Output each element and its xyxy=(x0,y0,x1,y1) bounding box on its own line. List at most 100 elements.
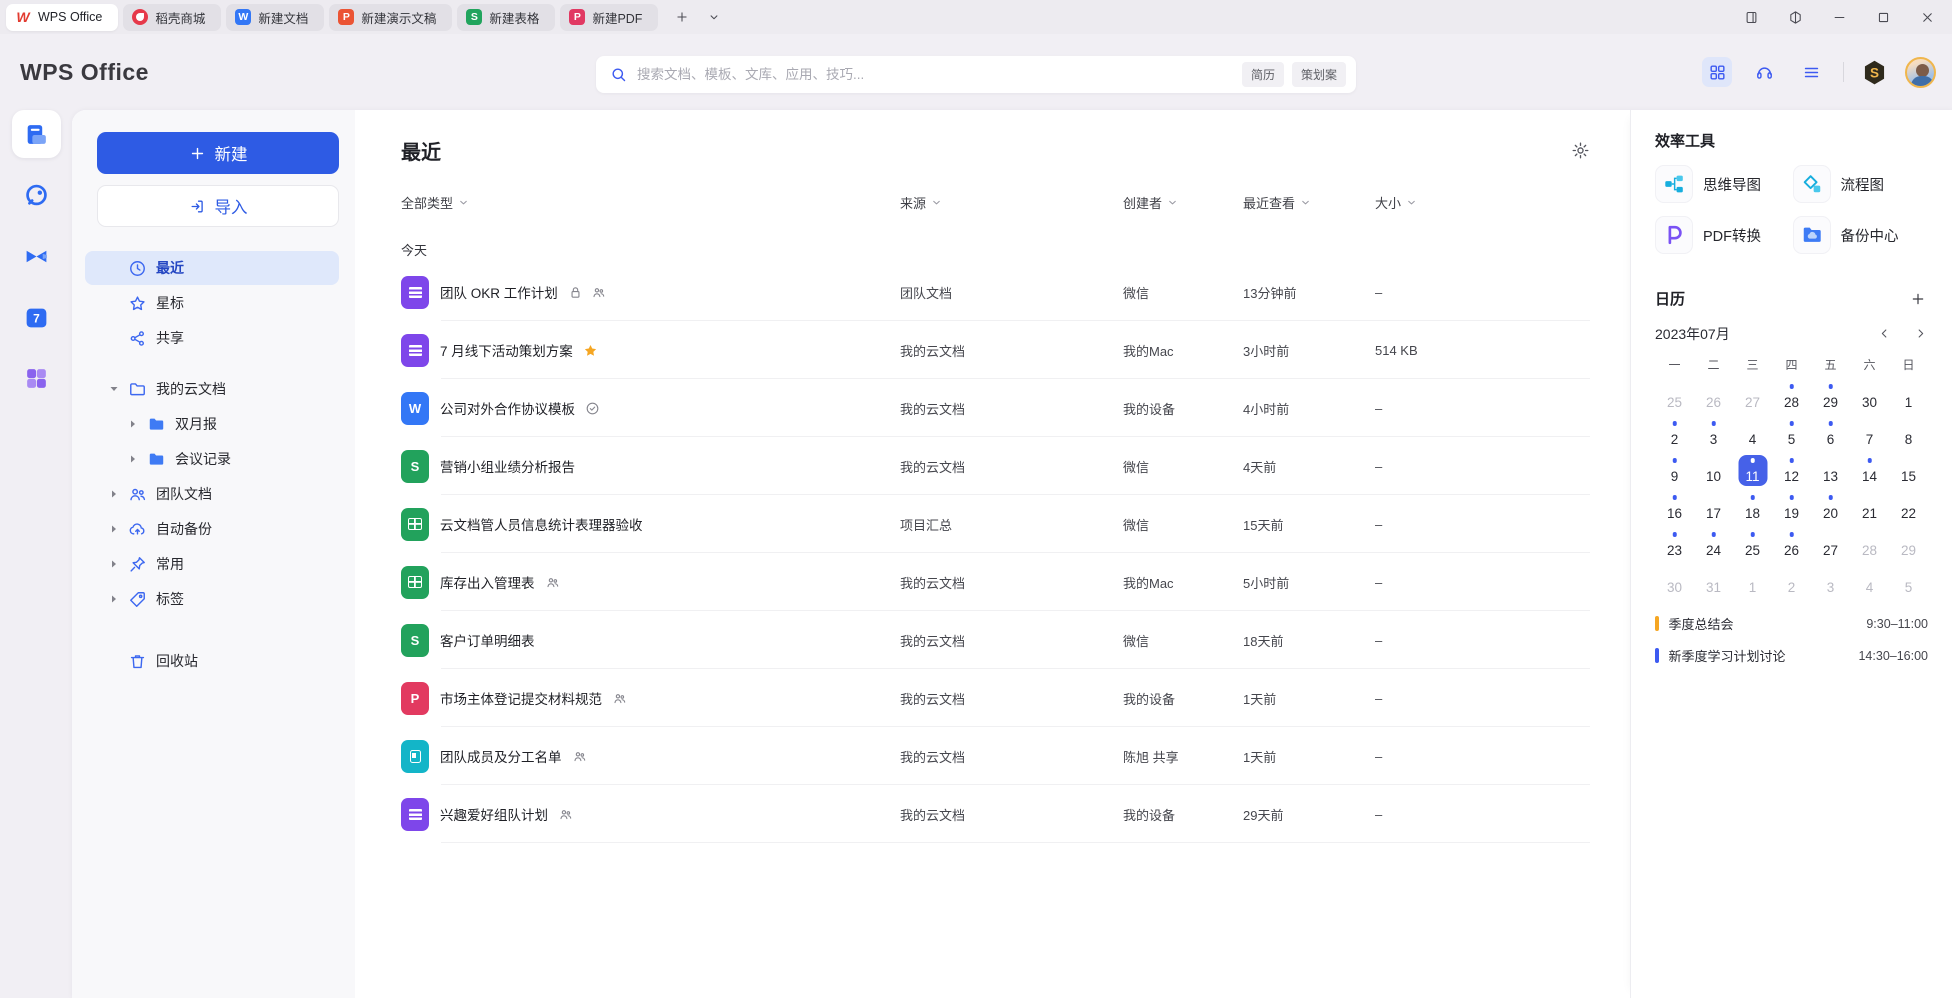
calendar-day[interactable]: 24 xyxy=(1694,529,1733,561)
sidebar-item-回收站[interactable]: 回收站 xyxy=(85,644,339,678)
maximize-button[interactable] xyxy=(1872,6,1894,28)
calendar-day[interactable]: 19 xyxy=(1772,492,1811,524)
calendar-next-icon[interactable] xyxy=(1914,327,1928,341)
menu-icon[interactable] xyxy=(1796,57,1826,87)
calendar-day[interactable]: 26 xyxy=(1694,381,1733,413)
calendar-day[interactable]: 26 xyxy=(1772,529,1811,561)
calendar-day[interactable]: 18 xyxy=(1733,492,1772,524)
calendar-day[interactable]: 20 xyxy=(1811,492,1850,524)
calendar-day[interactable]: 28 xyxy=(1850,529,1889,561)
rail-apps-grid-icon[interactable] xyxy=(12,354,61,402)
filter-大小[interactable]: 大小 xyxy=(1375,193,1590,212)
calendar-day[interactable]: 1 xyxy=(1889,381,1928,413)
calendar-prev-icon[interactable] xyxy=(1878,327,1892,341)
support-headset-icon[interactable] xyxy=(1749,57,1779,87)
calendar-day[interactable]: 25 xyxy=(1655,381,1694,413)
calendar-day[interactable]: 2 xyxy=(1772,566,1811,598)
file-row[interactable]: S客户订单明细表我的云文档微信18天前– xyxy=(401,611,1590,669)
apps-grid-icon[interactable] xyxy=(1702,57,1732,87)
new-document-button[interactable]: 新建 xyxy=(97,132,339,174)
file-row[interactable]: 团队 OKR 工作计划团队文档微信13分钟前– xyxy=(401,263,1590,321)
calendar-day[interactable]: 3 xyxy=(1694,418,1733,450)
sidebar-item-最近[interactable]: 最近 xyxy=(85,251,339,285)
sidebar-item-常用[interactable]: 常用 xyxy=(85,547,339,581)
calendar-day[interactable]: 1 xyxy=(1733,566,1772,598)
calendar-day[interactable]: 30 xyxy=(1850,381,1889,413)
calendar-day[interactable]: 14 xyxy=(1850,455,1889,487)
sidebar-item-团队文档[interactable]: 团队文档 xyxy=(85,477,339,511)
split-view-icon[interactable] xyxy=(1740,6,1762,28)
rail-documents-home-icon[interactable] xyxy=(12,110,61,158)
tab-新建PDF[interactable]: P新建PDF xyxy=(560,4,658,31)
calendar-day[interactable]: 16 xyxy=(1655,492,1694,524)
calendar-day[interactable]: 28 xyxy=(1772,381,1811,413)
add-event-button[interactable] xyxy=(1908,289,1928,309)
calendar-day[interactable]: 4 xyxy=(1850,566,1889,598)
file-row[interactable]: 云文档管人员信息统计表理器验收项目汇总微信15天前– xyxy=(401,495,1590,553)
calendar-day[interactable]: 4 xyxy=(1733,418,1772,450)
tool-备份中心[interactable]: 备份中心 xyxy=(1793,216,1929,254)
calendar-day[interactable]: 27 xyxy=(1811,529,1850,561)
import-button[interactable]: 导入 xyxy=(97,185,339,227)
search-chip[interactable]: 简历 xyxy=(1242,62,1284,87)
calendar-day[interactable]: 2 xyxy=(1655,418,1694,450)
sidebar-item-会议记录[interactable]: 会议记录 xyxy=(85,442,339,476)
settings-gear-icon[interactable] xyxy=(1571,141,1590,160)
sidebar-item-双月报[interactable]: 双月报 xyxy=(85,407,339,441)
caret-right-icon[interactable] xyxy=(109,489,119,499)
calendar-day[interactable]: 31 xyxy=(1694,566,1733,598)
workspace-icon[interactable] xyxy=(1784,6,1806,28)
member-badge-icon[interactable]: S xyxy=(1861,59,1888,86)
calendar-day[interactable]: 6 xyxy=(1811,418,1850,450)
sidebar-item-自动备份[interactable]: 自动备份 xyxy=(85,512,339,546)
tab-新建文档[interactable]: W新建文档 xyxy=(226,4,324,31)
calendar-day[interactable]: 15 xyxy=(1889,455,1928,487)
filter-全部类型[interactable]: 全部类型 xyxy=(401,193,900,212)
calendar-day[interactable]: 25 xyxy=(1733,529,1772,561)
file-row[interactable]: 团队成员及分工名单我的云文档陈旭 共享1天前– xyxy=(401,727,1590,785)
tab-新建演示文稿[interactable]: P新建演示文稿 xyxy=(329,4,452,31)
rail-calendar-icon[interactable]: 7 xyxy=(12,293,61,341)
close-button[interactable] xyxy=(1916,6,1938,28)
calendar-day[interactable]: 5 xyxy=(1889,566,1928,598)
file-row[interactable]: S营销小组业绩分析报告我的云文档微信4天前– xyxy=(401,437,1590,495)
tab-稻壳商城[interactable]: 稻壳商城 xyxy=(123,4,221,31)
sidebar-item-标签[interactable]: 标签 xyxy=(85,582,339,616)
filter-来源[interactable]: 来源 xyxy=(900,193,1123,212)
calendar-day[interactable]: 9 xyxy=(1655,455,1694,487)
calendar-day[interactable]: 7 xyxy=(1850,418,1889,450)
calendar-day[interactable]: 27 xyxy=(1733,381,1772,413)
search-bar[interactable]: 简历策划案 xyxy=(596,56,1356,93)
tab-新建表格[interactable]: S新建表格 xyxy=(457,4,555,31)
add-tab-button[interactable] xyxy=(671,6,693,28)
caret-down-icon[interactable] xyxy=(109,384,119,394)
minimize-button[interactable] xyxy=(1828,6,1850,28)
calendar-day[interactable]: 12 xyxy=(1772,455,1811,487)
sidebar-item-共享[interactable]: 共享 xyxy=(85,321,339,355)
caret-right-icon[interactable] xyxy=(128,419,138,429)
calendar-day[interactable]: 23 xyxy=(1655,529,1694,561)
calendar-day[interactable]: 29 xyxy=(1889,529,1928,561)
sidebar-item-星标[interactable]: 星标 xyxy=(85,286,339,320)
caret-right-icon[interactable] xyxy=(109,594,119,604)
tool-思维导图[interactable]: 思维导图 xyxy=(1655,165,1791,203)
event-item[interactable]: 新季度学习计划讨论14:30–16:00 xyxy=(1655,646,1928,665)
tool-PDF转换[interactable]: PDF转换 xyxy=(1655,216,1791,254)
search-chip[interactable]: 策划案 xyxy=(1292,62,1346,87)
calendar-day[interactable]: 3 xyxy=(1811,566,1850,598)
file-row[interactable]: 库存出入管理表我的云文档我的Mac5小时前– xyxy=(401,553,1590,611)
rail-chat-icon[interactable] xyxy=(12,171,61,219)
file-row[interactable]: P市场主体登记提交材料规范我的云文档我的设备1天前– xyxy=(401,669,1590,727)
calendar-day[interactable]: 17 xyxy=(1694,492,1733,524)
caret-right-icon[interactable] xyxy=(128,454,138,464)
calendar-day[interactable]: 29 xyxy=(1811,381,1850,413)
caret-right-icon[interactable] xyxy=(109,524,119,534)
calendar-day-selected[interactable]: 11 xyxy=(1733,455,1772,487)
user-avatar[interactable] xyxy=(1905,57,1936,88)
calendar-day[interactable]: 30 xyxy=(1655,566,1694,598)
filter-创建者[interactable]: 创建者 xyxy=(1123,193,1243,212)
calendar-day[interactable]: 8 xyxy=(1889,418,1928,450)
event-item[interactable]: 季度总结会9:30–11:00 xyxy=(1655,614,1928,633)
filter-最近查看[interactable]: 最近查看 xyxy=(1243,193,1375,212)
caret-right-icon[interactable] xyxy=(109,559,119,569)
